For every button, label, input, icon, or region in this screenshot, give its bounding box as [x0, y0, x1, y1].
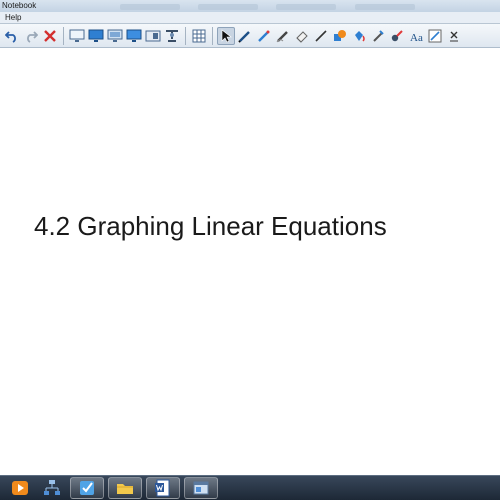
properties-icon[interactable]: [426, 27, 444, 45]
screen-shade-icon[interactable]: [68, 27, 86, 45]
delete-icon[interactable]: [41, 27, 59, 45]
shape-icon[interactable]: [331, 27, 349, 45]
fill-icon[interactable]: [350, 27, 368, 45]
file-manager-icon[interactable]: [108, 477, 142, 499]
word-icon[interactable]: [146, 477, 180, 499]
menu-help[interactable]: Help: [5, 13, 21, 22]
notebook-icon[interactable]: [70, 477, 104, 499]
undo-icon[interactable]: [3, 27, 21, 45]
toolbar-separator: [212, 26, 213, 45]
capture-icon[interactable]: [144, 27, 162, 45]
document-camera-icon[interactable]: [163, 27, 181, 45]
svg-text:Aa: Aa: [410, 32, 423, 43]
window-icon[interactable]: [184, 477, 218, 499]
background-tab: [120, 4, 180, 10]
eraser-icon[interactable]: [293, 27, 311, 45]
toolbar: Aa: [0, 24, 500, 48]
magic-pen-icon[interactable]: [274, 27, 292, 45]
background-tab: [198, 4, 259, 10]
page-title[interactable]: 4.2 Graphing Linear Equations: [34, 211, 387, 242]
network-icon[interactable]: [38, 477, 66, 499]
display-icon[interactable]: [87, 27, 105, 45]
text-icon[interactable]: Aa: [407, 27, 425, 45]
window-title: Notebook: [2, 1, 37, 10]
monitor-icon[interactable]: [106, 27, 124, 45]
notebook-page[interactable]: 4.2 Graphing Linear Equations: [0, 49, 500, 475]
table-icon[interactable]: [190, 27, 208, 45]
window-titlebar: Notebook: [0, 0, 500, 12]
background-tab: [276, 4, 337, 10]
toolbar-separator: [185, 26, 186, 45]
more-tools-icon[interactable]: [445, 27, 463, 45]
toolbar-separator: [63, 26, 64, 45]
taskbar: [0, 475, 500, 500]
background-window-tabs: [120, 2, 500, 10]
redo-icon[interactable]: [22, 27, 40, 45]
media-player-icon[interactable]: [6, 477, 34, 499]
text-pen-icon[interactable]: [369, 27, 387, 45]
recognize-icon[interactable]: [388, 27, 406, 45]
select-pointer-icon[interactable]: [217, 26, 235, 45]
pen-icon[interactable]: [236, 27, 254, 45]
menu-bar: Help: [0, 12, 500, 24]
background-tab: [354, 4, 415, 10]
line-icon[interactable]: [312, 27, 330, 45]
creative-pen-icon[interactable]: [255, 27, 273, 45]
screen-icon[interactable]: [125, 27, 143, 45]
